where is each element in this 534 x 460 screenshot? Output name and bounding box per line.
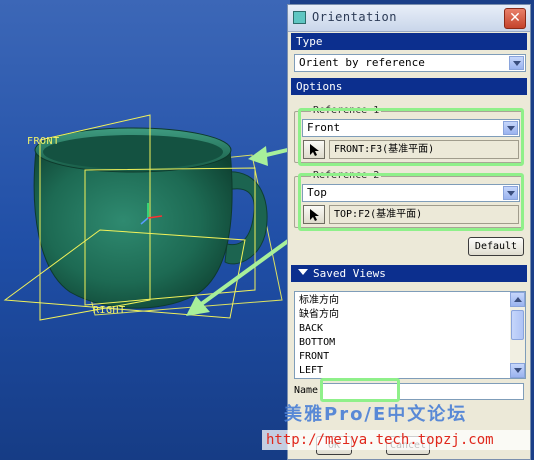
type-dropdown[interactable]: Orient by reference xyxy=(294,54,526,72)
reference2-select-button[interactable] xyxy=(303,205,325,224)
reference2-dropdown[interactable]: Top xyxy=(302,184,520,202)
list-item[interactable]: 缺省方向 xyxy=(299,308,339,322)
arrow-cursor-icon xyxy=(310,209,319,221)
scroll-down-icon[interactable] xyxy=(510,363,525,378)
list-scrollbar[interactable] xyxy=(510,292,525,378)
reference1-value: Front xyxy=(307,121,341,134)
window-icon xyxy=(293,11,306,24)
saved-views-title: Saved Views xyxy=(313,267,386,280)
collapse-toggle-icon[interactable] xyxy=(298,269,308,275)
dialog-titlebar[interactable]: Orientation ✕ xyxy=(288,5,530,32)
list-item[interactable]: BOTTOM xyxy=(299,336,335,350)
options-section-header: Options xyxy=(291,78,527,95)
type-section-header: Type xyxy=(291,33,527,50)
chevron-down-icon[interactable] xyxy=(503,121,518,135)
saved-views-list[interactable]: 标准方向 缺省方向 BACK BOTTOM FRONT LEFT xyxy=(294,291,526,379)
scroll-up-icon[interactable] xyxy=(510,292,525,307)
dialog-title: Orientation xyxy=(312,10,397,24)
right-plane-label: RIGHT xyxy=(93,305,126,316)
name-label: Name xyxy=(294,385,319,396)
saved-views-section-header[interactable]: Saved Views xyxy=(291,265,527,282)
reference1-label: Reference 1 xyxy=(311,105,382,116)
chevron-down-icon[interactable] xyxy=(503,186,518,200)
cup-model-graphic xyxy=(3,114,290,321)
type-dropdown-value: Orient by reference xyxy=(299,56,425,69)
close-icon[interactable]: ✕ xyxy=(504,8,526,29)
list-item[interactable]: BACK xyxy=(299,322,323,336)
orientation-dialog: Orientation ✕ Type Orient by reference O… xyxy=(287,4,531,460)
reference2-selection: TOP:F2(基准平面) xyxy=(329,205,519,224)
watermark-title: 美雅Pro/E中文论坛 xyxy=(284,404,468,425)
model-viewport[interactable]: FRONT RIGHT xyxy=(0,0,290,460)
reference2-label: Reference 2 xyxy=(311,170,382,181)
list-item[interactable]: 标准方向 xyxy=(299,294,339,308)
front-plane-label: FRONT xyxy=(27,136,60,147)
list-item[interactable]: LEFT xyxy=(299,364,323,378)
reference1-select-button[interactable] xyxy=(303,140,325,159)
cup-body xyxy=(33,149,233,309)
scroll-thumb[interactable] xyxy=(511,310,524,340)
chevron-down-icon[interactable] xyxy=(509,56,524,70)
reference1-selection: FRONT:F3(基准平面) xyxy=(329,140,519,159)
arrow-cursor-icon xyxy=(310,144,319,156)
default-button[interactable]: Default xyxy=(468,237,524,256)
name-field[interactable] xyxy=(322,383,524,400)
cup-inner xyxy=(43,135,223,169)
reference1-dropdown[interactable]: Front xyxy=(302,119,520,137)
reference2-value: Top xyxy=(307,186,327,199)
list-item[interactable]: FRONT xyxy=(299,350,329,364)
watermark-url: http://meiya.tech.topzj.com xyxy=(262,430,530,450)
